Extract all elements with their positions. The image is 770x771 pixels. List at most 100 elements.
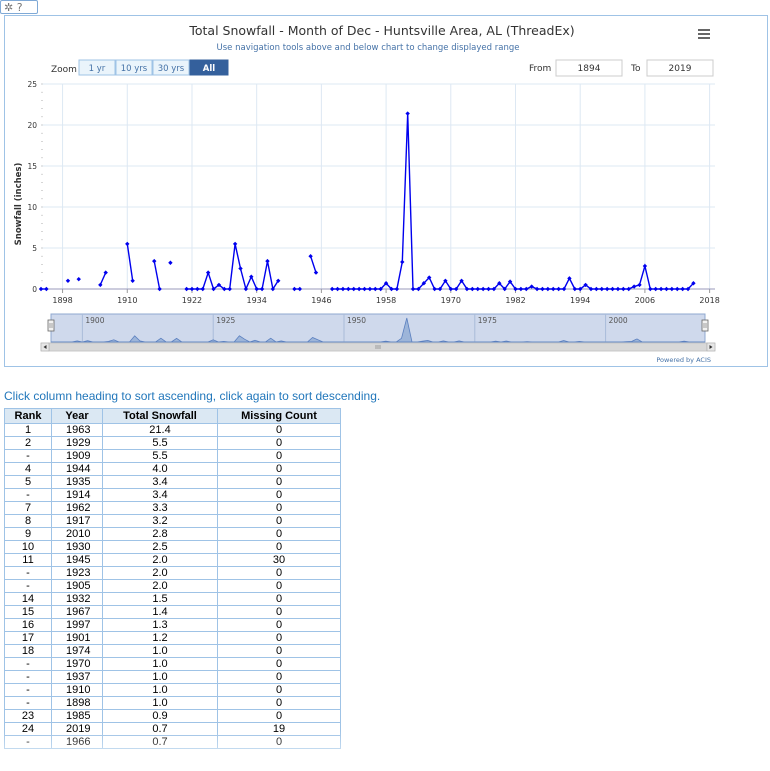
missing-count-cell: 0 <box>217 644 341 658</box>
data-point[interactable] <box>675 286 680 292</box>
zoom-button-10-yrs[interactable]: 10 yrs <box>115 59 153 76</box>
data-point[interactable] <box>400 259 405 265</box>
zoom-button-1-yr[interactable]: 1 yr <box>78 59 116 76</box>
year-cell: 1997 <box>51 618 103 632</box>
column-header-total-snowfall[interactable]: Total Snowfall <box>102 408 218 424</box>
navigator-left-handle[interactable] <box>47 319 55 332</box>
data-point[interactable] <box>648 286 653 292</box>
range-navigator[interactable]: 1900 1925 1950 1975 2000 <box>40 313 716 352</box>
data-point[interactable] <box>243 286 249 292</box>
data-point[interactable] <box>373 286 378 292</box>
data-point[interactable] <box>362 286 367 292</box>
column-header-year[interactable]: Year <box>51 408 103 424</box>
data-point[interactable] <box>518 286 524 292</box>
data-point[interactable] <box>265 258 270 264</box>
data-point[interactable] <box>470 286 475 292</box>
data-point[interactable] <box>610 286 615 292</box>
data-point[interactable] <box>200 286 205 292</box>
data-point[interactable] <box>292 286 297 292</box>
data-point[interactable] <box>556 286 561 292</box>
data-point[interactable] <box>232 241 238 247</box>
data-point[interactable] <box>626 286 631 292</box>
series-line <box>153 260 161 290</box>
data-point[interactable] <box>65 278 71 283</box>
data-point[interactable] <box>534 286 540 292</box>
navigator-right-handle[interactable] <box>701 319 709 332</box>
data-point[interactable] <box>340 286 346 292</box>
data-point[interactable] <box>432 286 437 292</box>
table-row: 7 1962 3.3 0 <box>4 501 341 515</box>
data-point[interactable] <box>38 286 44 292</box>
data-point[interactable] <box>152 258 157 264</box>
data-point[interactable] <box>486 286 491 292</box>
data-point[interactable] <box>254 286 259 292</box>
data-point[interactable] <box>238 266 243 271</box>
data-point[interactable] <box>356 286 362 292</box>
data-point[interactable] <box>184 286 189 292</box>
data-point[interactable] <box>551 286 556 292</box>
data-point[interactable] <box>529 284 534 289</box>
data-point[interactable] <box>524 286 529 292</box>
data-point[interactable] <box>346 286 351 292</box>
zoom-button-30-yrs[interactable]: 30 yrs <box>152 59 190 76</box>
data-point[interactable] <box>410 286 416 292</box>
data-point[interactable] <box>669 286 675 292</box>
rank-cell: - <box>4 683 52 697</box>
data-point[interactable] <box>405 111 410 116</box>
data-point[interactable] <box>599 286 604 292</box>
data-point[interactable] <box>329 286 335 292</box>
data-point[interactable] <box>637 282 642 288</box>
data-point[interactable] <box>44 286 49 292</box>
data-point[interactable] <box>480 286 486 292</box>
data-point[interactable] <box>561 286 567 292</box>
missing-count-cell: 0 <box>217 592 341 606</box>
data-point[interactable] <box>653 286 658 292</box>
help-icon[interactable]: ? <box>17 1 23 14</box>
data-point[interactable] <box>615 286 621 292</box>
hamburger-menu-icon[interactable] <box>698 29 710 39</box>
data-point[interactable] <box>168 260 173 265</box>
data-point[interactable] <box>195 286 200 292</box>
data-point[interactable] <box>205 270 211 275</box>
zoom-button-All[interactable]: All <box>189 59 229 76</box>
data-point[interactable] <box>540 286 545 292</box>
data-point[interactable] <box>631 284 637 289</box>
data-point[interactable] <box>227 286 232 292</box>
column-header-missing-count[interactable]: Missing Count <box>217 408 341 424</box>
data-point[interactable] <box>367 286 373 292</box>
data-point[interactable] <box>642 263 648 269</box>
data-point[interactable] <box>658 286 664 292</box>
navigator-scrollbar[interactable] <box>40 342 716 352</box>
data-point[interactable] <box>621 286 626 292</box>
data-point[interactable] <box>98 282 103 288</box>
data-point[interactable] <box>475 286 480 292</box>
column-header-rank[interactable]: Rank <box>4 408 52 424</box>
x-tick-label: 1958 <box>376 296 396 305</box>
data-point[interactable] <box>604 286 610 292</box>
data-point[interactable] <box>76 276 81 282</box>
data-point[interactable] <box>351 286 356 292</box>
data-point[interactable] <box>308 254 313 259</box>
data-point[interactable] <box>335 286 340 292</box>
series-line <box>99 272 107 286</box>
data-point[interactable] <box>130 278 135 283</box>
data-point[interactable] <box>125 241 130 247</box>
year-cell: 1930 <box>51 540 103 554</box>
data-point[interactable] <box>680 286 685 292</box>
data-point[interactable] <box>545 286 551 292</box>
toolbar-toggle[interactable]: ✲ ? <box>0 0 38 14</box>
data-point[interactable] <box>297 286 303 292</box>
data-point[interactable] <box>157 286 162 292</box>
powered-by-credit[interactable]: Powered by ACIS <box>656 356 711 364</box>
data-point[interactable] <box>394 286 400 292</box>
zoom-button-label: All <box>203 64 215 74</box>
data-point[interactable] <box>664 286 669 292</box>
gear-icon[interactable]: ✲ <box>4 1 13 14</box>
data-point[interactable] <box>313 270 319 275</box>
data-point[interactable] <box>259 286 265 292</box>
data-point[interactable] <box>594 286 599 292</box>
data-point[interactable] <box>103 270 108 275</box>
data-point[interactable] <box>189 286 195 292</box>
data-point[interactable] <box>249 274 254 279</box>
navigator-range-mask[interactable] <box>50 313 706 343</box>
